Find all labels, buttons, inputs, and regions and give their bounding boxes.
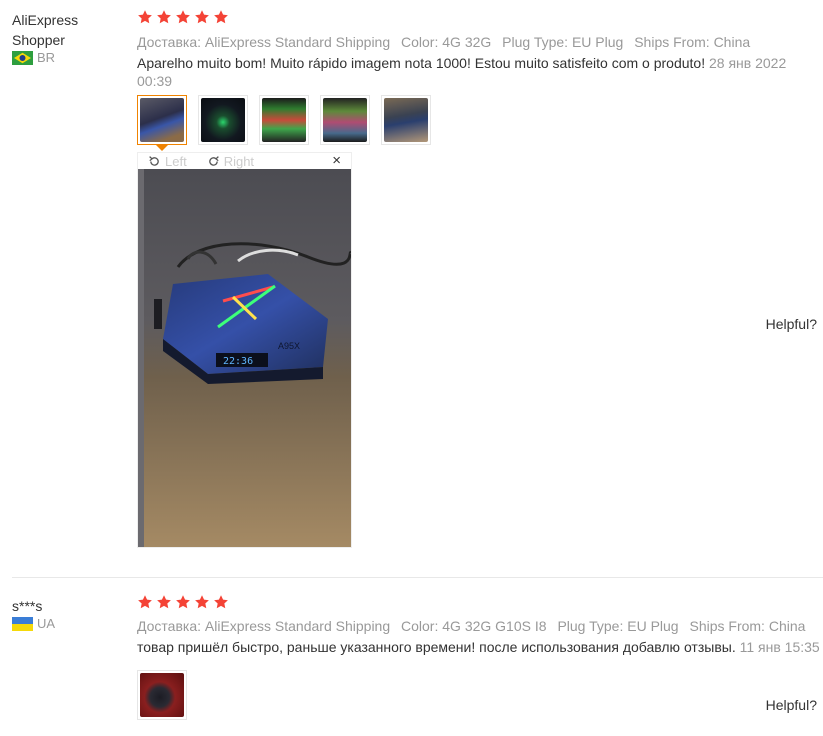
shipping-method: Доставка: AliExpress Standard Shipping bbox=[137, 618, 391, 634]
rotate-left-icon bbox=[149, 155, 159, 166]
star-icon bbox=[213, 9, 229, 25]
sku-ships-from: Ships From: China bbox=[634, 34, 751, 50]
reviewer-name: AliExpress bbox=[12, 12, 79, 28]
photo-thumbnail[interactable] bbox=[259, 95, 309, 145]
photo-tv-box-dark bbox=[201, 98, 245, 142]
star-rating bbox=[137, 8, 823, 26]
star-icon bbox=[175, 9, 191, 25]
photo-thumbnail[interactable] bbox=[137, 670, 187, 720]
enlarged-review-photo: A95X 22:36 bbox=[138, 169, 351, 547]
rotate-right-button[interactable]: Right bbox=[207, 154, 254, 169]
rotate-left-button[interactable]: Left bbox=[148, 154, 187, 169]
country-code: UA bbox=[37, 616, 56, 631]
sku-plug-type: Plug Type: EU Plug bbox=[502, 34, 624, 50]
photo-box-red bbox=[140, 673, 184, 717]
sku-color: Color: 4G 32G bbox=[401, 34, 492, 50]
svg-text:22:36: 22:36 bbox=[223, 356, 253, 367]
sku-ships-from: Ships From: China bbox=[689, 618, 806, 634]
svg-text:A95X: A95X bbox=[278, 341, 300, 351]
reviewer-info: s***s UA bbox=[12, 596, 122, 632]
helpful-button[interactable]: Helpful? bbox=[766, 697, 817, 713]
review-content: товар пришёл быстро, раньше указанного в… bbox=[137, 639, 736, 655]
close-viewer-button[interactable]: × bbox=[332, 153, 341, 169]
sku-color: Color: 4G 32G G10S I8 bbox=[401, 618, 547, 634]
photo-tv-box-blue bbox=[140, 98, 184, 142]
shipping-method: Доставка: AliExpress Standard Shipping bbox=[137, 34, 391, 50]
reviewer-name: s***s bbox=[12, 598, 43, 614]
review-text: Aparelho muito bom! Muito rápido imagem … bbox=[137, 54, 823, 90]
brazil-flag-icon bbox=[12, 51, 33, 65]
ukraine-flag-icon bbox=[12, 617, 33, 631]
star-icon bbox=[156, 9, 172, 25]
rotate-left-label: Left bbox=[165, 153, 187, 169]
star-rating bbox=[137, 593, 823, 611]
photo-screen-green bbox=[262, 98, 306, 142]
review-item: AliExpress Shopper BR Доставка: AliExpre… bbox=[0, 0, 823, 578]
rotate-right-label: Right bbox=[223, 153, 255, 169]
review-item: s***s UA Доставка: AliExpress Standard S… bbox=[0, 578, 823, 736]
order-info: Доставка: AliExpress Standard Shipping C… bbox=[137, 32, 823, 52]
viewer-toolbar: Left Right × bbox=[138, 153, 351, 169]
reviewer-country: UA bbox=[12, 616, 122, 632]
star-icon bbox=[213, 594, 229, 610]
photo-thumbnail[interactable] bbox=[381, 95, 431, 145]
star-icon bbox=[156, 594, 172, 610]
star-icon bbox=[194, 9, 210, 25]
rotate-right-icon bbox=[208, 155, 219, 166]
sku-plug-type: Plug Type: EU Plug bbox=[557, 618, 679, 634]
review-body: Доставка: AliExpress Standard Shipping C… bbox=[137, 8, 823, 548]
reviewer-info: AliExpress Shopper BR bbox=[12, 10, 122, 66]
review-photos bbox=[137, 670, 823, 720]
star-icon bbox=[175, 594, 191, 610]
review-content: Aparelho muito bom! Muito rápido imagem … bbox=[137, 55, 706, 71]
reviewer-country: BR bbox=[12, 50, 122, 66]
star-icon bbox=[194, 594, 210, 610]
photo-screen-tv bbox=[323, 98, 367, 142]
star-icon bbox=[137, 594, 153, 610]
star-icon bbox=[137, 9, 153, 25]
reviewer-name-line2: Shopper bbox=[12, 32, 65, 48]
photo-thumbnail[interactable] bbox=[320, 95, 370, 145]
review-date: 11 янв 15:35 bbox=[739, 639, 820, 655]
photo-thumbnail[interactable] bbox=[137, 95, 187, 151]
review-text: товар пришёл быстро, раньше указанного в… bbox=[137, 638, 823, 656]
country-code: BR bbox=[37, 50, 56, 65]
review-body: Доставка: AliExpress Standard Shipping C… bbox=[137, 593, 823, 720]
helpful-button[interactable]: Helpful? bbox=[766, 316, 817, 332]
photo-viewer: Left Right × A95X 22:36 bbox=[137, 152, 352, 548]
order-info: Доставка: AliExpress Standard Shipping C… bbox=[137, 616, 823, 636]
photo-thumbnail[interactable] bbox=[198, 95, 248, 145]
review-photos bbox=[137, 95, 823, 151]
photo-box-hand bbox=[384, 98, 428, 142]
